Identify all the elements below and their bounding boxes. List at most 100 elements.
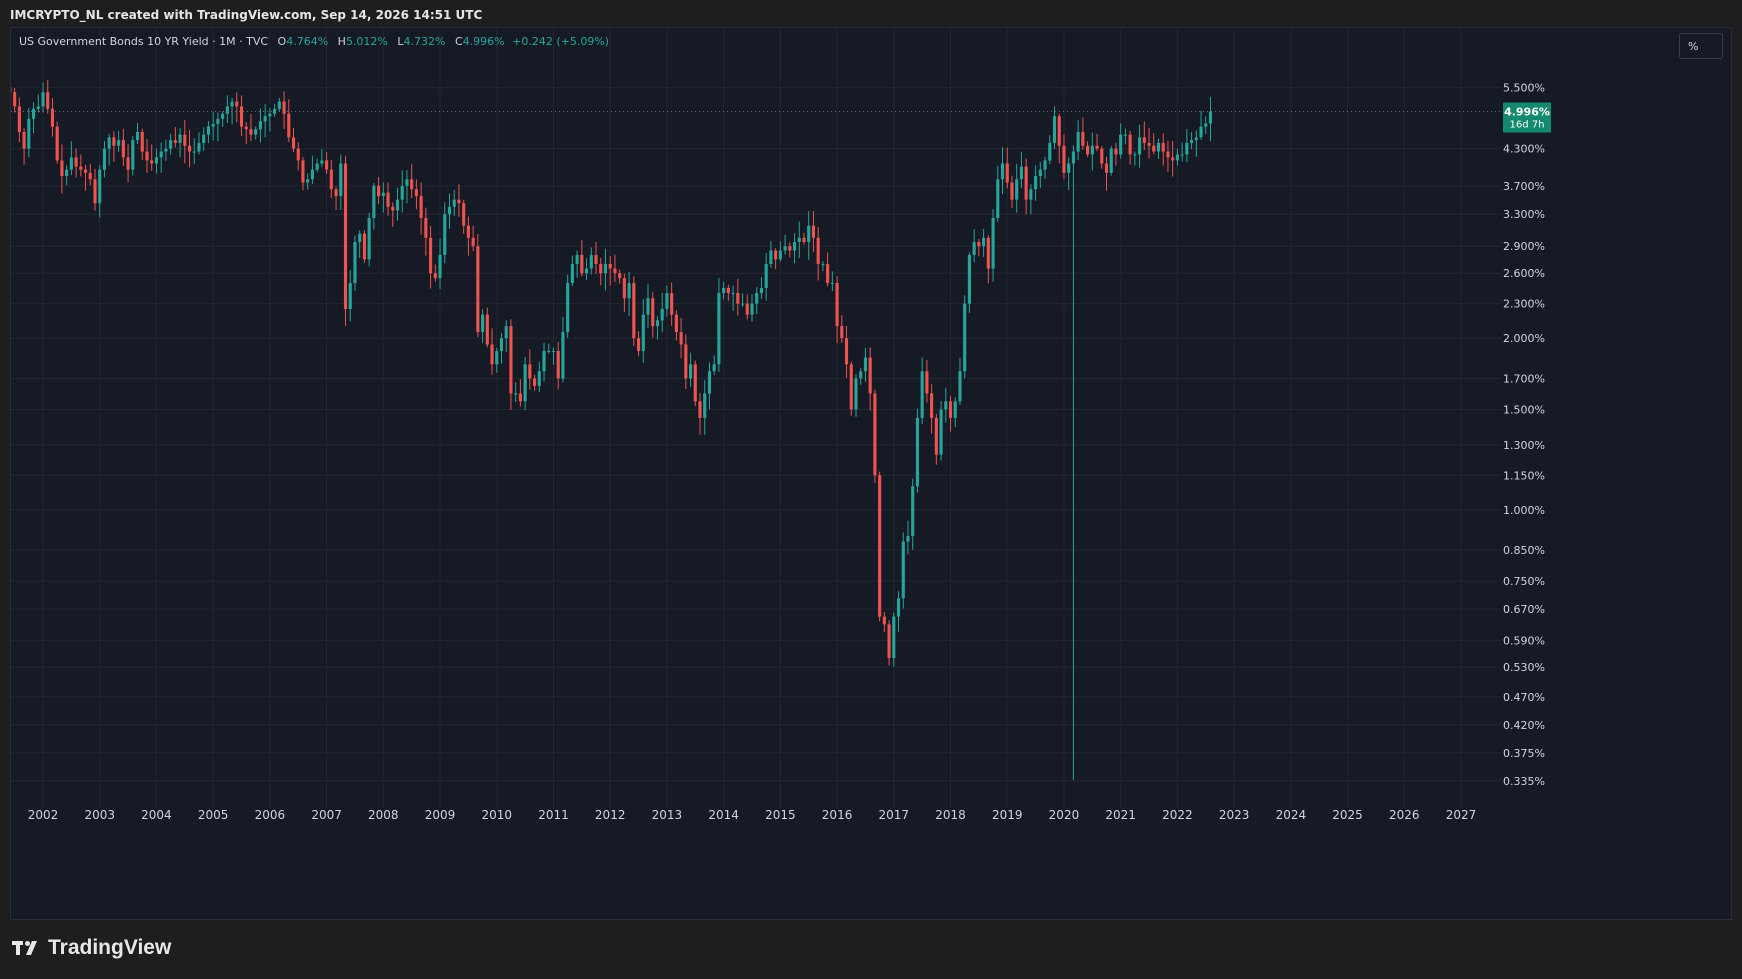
candle-down xyxy=(1010,182,1014,200)
candle-up xyxy=(225,106,229,114)
candle-down xyxy=(651,298,655,327)
candle-down xyxy=(79,166,83,170)
candle-up xyxy=(821,263,825,265)
candle-down xyxy=(83,169,88,173)
candle-up xyxy=(131,140,135,170)
candle-down xyxy=(556,350,560,379)
candle-up xyxy=(1208,111,1213,124)
candle-up xyxy=(102,148,107,170)
candle-up xyxy=(164,148,168,152)
price-tick-label: 1.700% xyxy=(1503,372,1545,385)
candle-up xyxy=(778,250,782,260)
candle-up xyxy=(310,169,314,180)
candle-up xyxy=(1015,179,1019,200)
price-tick-label: 0.375% xyxy=(1503,747,1545,760)
candle-up xyxy=(1119,134,1123,155)
year-tick-label: 2027 xyxy=(1446,808,1477,822)
candle-down xyxy=(802,237,806,242)
time-axis[interactable]: 2002 2003 2004 2005 2006 2007 2008 2009 2010 2011… xyxy=(28,808,1477,822)
candle-down xyxy=(1128,134,1132,155)
candle-up xyxy=(1029,189,1033,200)
candle-down xyxy=(1104,163,1109,173)
year-tick-label: 2016 xyxy=(822,808,853,822)
candle-up xyxy=(901,541,905,599)
candle-up xyxy=(712,364,716,372)
candle-up xyxy=(447,206,452,215)
candle-down xyxy=(433,273,437,279)
candle-down xyxy=(1171,157,1175,161)
candle-down xyxy=(1081,131,1085,146)
candle-down xyxy=(419,196,423,218)
candle-up xyxy=(906,536,910,542)
year-tick-label: 2013 xyxy=(652,808,683,822)
brand-name: TradingView xyxy=(48,936,172,959)
price-axis[interactable]: 5.500% 4.300% 3.700% 3.300% 2.900% 2.600% 2.30… xyxy=(1503,82,1545,788)
candle-down xyxy=(60,160,64,177)
candle-down xyxy=(816,237,820,264)
chart-panel[interactable]: 5.500% 4.300% 3.700% 3.300% 2.900% 2.600% 2.30… xyxy=(10,27,1732,920)
candle-down xyxy=(429,237,433,274)
candle-up xyxy=(495,350,499,365)
candle-up xyxy=(967,254,971,304)
candle-down xyxy=(249,129,253,135)
candle-up xyxy=(1090,145,1094,155)
percent-scale-button[interactable]: % xyxy=(1679,33,1723,59)
candle-up xyxy=(542,350,546,372)
year-tick-label: 2017 xyxy=(879,808,910,822)
candle-down xyxy=(622,278,626,299)
year-tick-label: 2020 xyxy=(1049,808,1080,822)
price-tick-label: 0.850% xyxy=(1503,544,1545,557)
price-tick-label: 1.000% xyxy=(1503,504,1545,517)
candle-up xyxy=(523,364,527,402)
candle-up xyxy=(1199,126,1203,138)
candle-up xyxy=(1190,140,1194,143)
candle-up xyxy=(400,185,404,200)
candle-down xyxy=(112,137,116,146)
candle-up xyxy=(1109,148,1113,173)
candle-up xyxy=(566,282,570,333)
year-tick-label: 2010 xyxy=(481,808,512,822)
candle-down xyxy=(887,624,891,658)
candle-up xyxy=(982,237,986,247)
candle-up xyxy=(859,371,863,379)
year-tick-label: 2006 xyxy=(255,808,286,822)
price-tick-label: 2.000% xyxy=(1503,332,1545,345)
candle-down xyxy=(518,393,522,402)
year-tick-label: 2007 xyxy=(311,808,342,822)
candle-up xyxy=(1123,134,1127,136)
year-tick-label: 2011 xyxy=(538,808,569,822)
candle-up xyxy=(1000,163,1005,180)
candle-down xyxy=(811,225,816,238)
candle-up xyxy=(892,616,896,658)
candle-up xyxy=(703,393,707,418)
candle-down xyxy=(1086,145,1090,155)
candle-down xyxy=(22,131,26,149)
candle-up xyxy=(740,303,745,305)
candle-down xyxy=(235,101,239,107)
candle-up xyxy=(65,169,69,177)
candle-up xyxy=(230,101,234,107)
legend-symbol[interactable]: US Government Bonds 10 YR Yield · 1M · T… xyxy=(19,35,268,48)
candle-up xyxy=(717,293,721,365)
price-tick-label: 0.470% xyxy=(1503,691,1545,704)
candle-down xyxy=(849,364,853,410)
candle-down xyxy=(187,145,192,152)
price-chart[interactable]: 5.500% 4.300% 3.700% 3.300% 2.900% 2.600% 2.30… xyxy=(11,28,1731,919)
candle-up xyxy=(769,250,773,264)
candle-up xyxy=(792,241,797,251)
candle-up xyxy=(405,179,409,186)
legend-low: 4.732% xyxy=(403,35,446,48)
candle-down xyxy=(466,225,470,238)
candle-down xyxy=(599,263,603,274)
candle-down xyxy=(88,172,92,180)
brand-footer[interactable]: TradingView xyxy=(12,936,171,960)
candle-down xyxy=(239,106,244,127)
candle-up xyxy=(585,268,589,274)
legend-open-key: O xyxy=(277,35,287,48)
candle-down xyxy=(334,189,338,197)
year-tick-label: 2005 xyxy=(198,808,229,822)
candle-up xyxy=(169,140,173,149)
price-tick-label: 1.150% xyxy=(1503,469,1545,482)
candle-down xyxy=(745,303,749,315)
candle-down xyxy=(93,179,97,204)
